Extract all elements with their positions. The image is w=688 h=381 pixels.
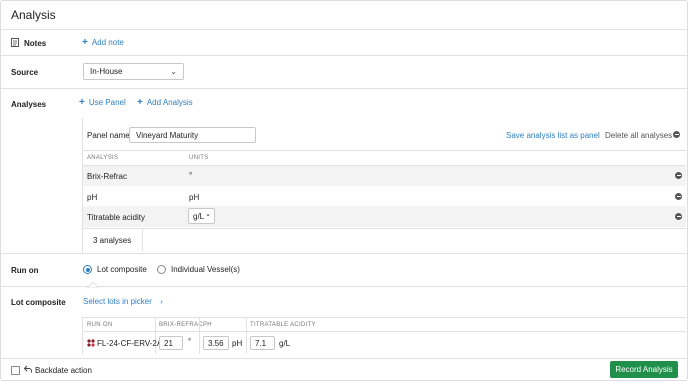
notes-icon xyxy=(11,38,19,49)
individual-vessels-radio[interactable]: Individual Vessel(s) xyxy=(157,265,240,275)
source-select-value: In-House xyxy=(90,67,123,76)
divider xyxy=(0,29,688,30)
col-analysis: ANALYSIS xyxy=(87,155,119,161)
add-analysis-button[interactable]: + Add Analysis xyxy=(137,97,193,108)
divider xyxy=(0,55,688,56)
source-label: Source xyxy=(11,68,39,77)
unit-select[interactable]: g/L ⌄ xyxy=(188,208,215,224)
panel-name-input[interactable]: Vineyard Maturity xyxy=(129,127,256,143)
analysis-name: Titratable acidity xyxy=(87,213,145,222)
add-note-label: Add note xyxy=(91,38,124,47)
analysis-unit: ° xyxy=(189,171,193,180)
col-units: UNITS xyxy=(189,155,209,161)
brix-unit: ° xyxy=(188,337,192,346)
panel-name-label: Panel name: xyxy=(87,131,132,140)
lot-composite-radio-label: Lot composite xyxy=(97,265,147,274)
col-ta: TITRATABLE ACIDITY xyxy=(250,322,316,328)
plus-icon: + xyxy=(137,97,143,108)
unit-select-value: g/L xyxy=(193,212,205,221)
source-select[interactable]: In-House ⌄ xyxy=(83,63,184,80)
notes-label: Notes xyxy=(24,39,47,48)
table-row xyxy=(83,206,686,227)
remove-row-minus-icon[interactable] xyxy=(675,193,682,202)
plus-icon: + xyxy=(79,97,85,108)
analysis-name: pH xyxy=(87,193,98,202)
divider xyxy=(155,318,156,354)
divider xyxy=(246,318,247,354)
backdate-icon xyxy=(23,365,32,375)
select-lots-button[interactable]: Select lots in picker › xyxy=(83,297,163,306)
col-run-on: RUN ON xyxy=(87,322,113,328)
ta-unit: g/L xyxy=(279,339,291,348)
chevron-right-icon: › xyxy=(160,297,163,306)
lot-code: FL-24-CF-ERV-2A xyxy=(97,339,163,348)
select-lots-label: Select lots in picker xyxy=(83,297,152,306)
analysis-name: Brix-Refrac xyxy=(87,172,128,181)
lot-icon xyxy=(87,339,95,349)
radio-unselected-icon xyxy=(157,265,166,275)
individual-vessels-radio-label: Individual Vessel(s) xyxy=(171,265,240,274)
table-row xyxy=(83,166,686,186)
chevron-down-icon: ⌄ xyxy=(170,67,177,76)
run-on-label: Run on xyxy=(11,266,39,275)
analysis-unit: pH xyxy=(189,193,200,202)
analyses-count: 3 analyses xyxy=(93,236,132,245)
caret-up-icon xyxy=(85,281,101,290)
save-panel-link[interactable]: Save analysis list as panel xyxy=(506,131,600,140)
ph-input[interactable]: 3.56 xyxy=(203,336,229,350)
col-brix: BRIX-REFRAC xyxy=(159,322,203,328)
divider xyxy=(142,229,143,251)
divider xyxy=(0,88,688,89)
table-divider xyxy=(82,150,686,151)
remove-row-minus-icon[interactable] xyxy=(675,213,682,222)
analyses-label: Analyses xyxy=(11,100,47,109)
add-note-button[interactable]: + Add note xyxy=(82,37,124,48)
divider xyxy=(0,286,688,287)
ta-input[interactable]: 7.1 xyxy=(250,336,275,350)
lot-composite-label: Lot composite xyxy=(11,298,66,307)
divider xyxy=(0,253,688,254)
backdate-checkbox[interactable] xyxy=(11,366,20,376)
panel-name-value: Vineyard Maturity xyxy=(136,131,199,140)
delete-all-minus-icon[interactable] xyxy=(673,131,680,140)
page-title: Analysis xyxy=(11,8,56,22)
remove-row-minus-icon[interactable] xyxy=(675,172,682,181)
col-ph: PH xyxy=(203,322,212,328)
use-panel-label: Use Panel xyxy=(88,98,126,107)
plus-icon: + xyxy=(82,37,88,48)
table-divider xyxy=(82,317,686,318)
use-panel-button[interactable]: + Use Panel xyxy=(79,97,126,108)
divider xyxy=(199,318,200,354)
brix-value: 21 xyxy=(164,339,173,348)
radio-selected-icon xyxy=(83,265,92,275)
ta-value: 7.1 xyxy=(255,339,267,348)
lot-composite-radio[interactable]: Lot composite xyxy=(83,265,147,275)
divider xyxy=(0,358,688,359)
record-analysis-button[interactable]: Record Analysis xyxy=(610,361,678,378)
table-divider xyxy=(82,228,686,229)
add-analysis-label: Add Analysis xyxy=(146,98,193,107)
ph-unit: pH xyxy=(232,339,243,348)
backdate-label: Backdate action xyxy=(35,366,92,375)
chevron-down-icon: ⌄ xyxy=(205,211,211,218)
brix-input[interactable]: 21 xyxy=(159,336,183,350)
ph-value: 3.56 xyxy=(208,339,224,348)
table-divider xyxy=(82,331,686,332)
delete-all-link[interactable]: Delete all analyses xyxy=(605,131,672,140)
